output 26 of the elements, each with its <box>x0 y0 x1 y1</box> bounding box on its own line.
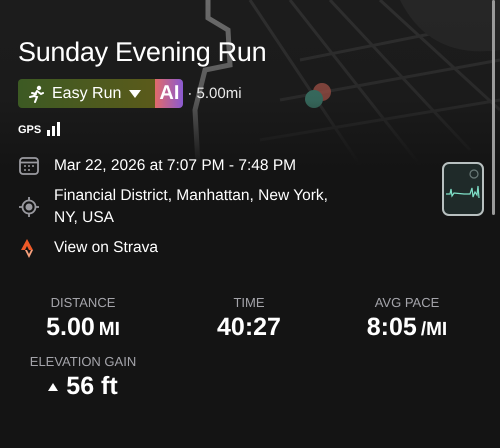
location-target-icon <box>18 196 40 218</box>
stat-unit: /MI <box>420 319 448 341</box>
stat-value: 56 ft <box>66 372 118 401</box>
ai-badge: AI <box>155 79 184 108</box>
stat-value: 8:05 <box>366 313 417 342</box>
stat-unit: MI <box>98 319 120 341</box>
activity-title: Sunday Evening Run <box>18 36 268 69</box>
stat-label: AVG PACE <box>374 295 440 311</box>
stat-label: DISTANCE <box>50 295 116 311</box>
gps-label: GPS <box>18 124 42 136</box>
scrollbar[interactable] <box>492 0 495 215</box>
stat-label: ELEVATION GAIN <box>30 354 136 370</box>
heart-rate-chart-thumbnail[interactable] <box>442 162 484 216</box>
stat-value: 40:27 <box>217 313 281 342</box>
stat-value: 5.00 <box>46 313 95 342</box>
workout-type-dropdown[interactable]: Easy Run <box>18 79 156 108</box>
strava-link[interactable]: View on Strava <box>54 237 158 259</box>
location-text: Financial District, Manhattan, New York, NY, USA <box>54 186 328 228</box>
distance-summary: · 5.00mi <box>187 85 242 102</box>
calendar-icon <box>18 155 40 177</box>
stat-label: TIME <box>233 295 265 311</box>
runner-icon <box>28 84 44 102</box>
date-time-text: Mar 22, 2026 at 7:07 PM - 7:48 PM <box>54 156 296 176</box>
up-triangle-icon <box>48 382 58 390</box>
caret-icon <box>129 88 142 98</box>
signal-icon <box>47 122 62 136</box>
